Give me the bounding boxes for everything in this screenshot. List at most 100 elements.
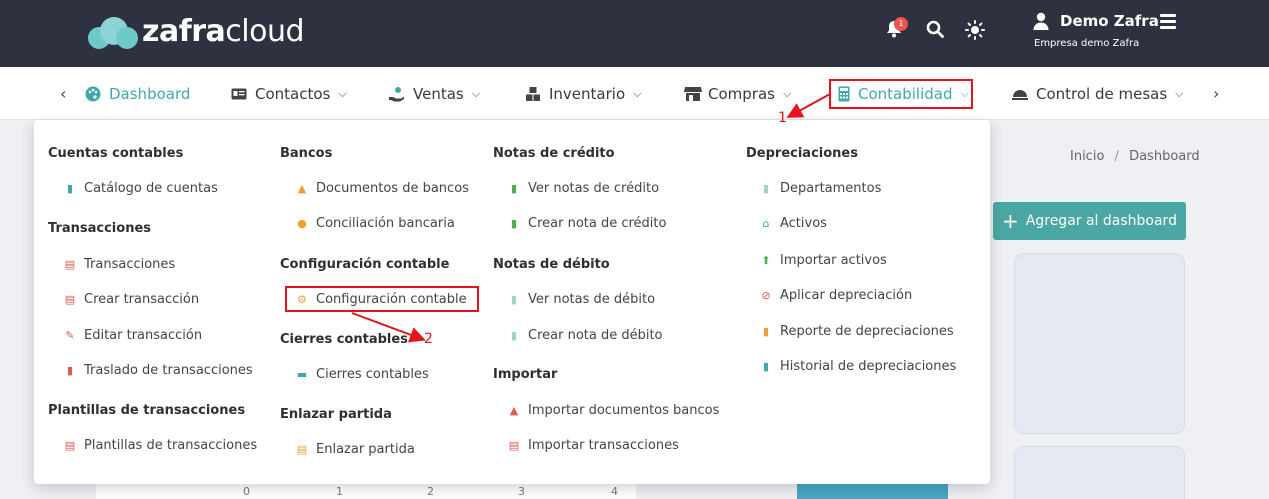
nav-prev-arrow[interactable]: ‹ <box>60 67 66 120</box>
list-icon: ▤ <box>64 439 76 452</box>
menu-link-importar-activos[interactable]: ⬆ Importar activos <box>760 253 886 268</box>
hand-coin-icon <box>389 86 405 102</box>
cloche-icon <box>1012 86 1028 102</box>
book-icon: ▮ <box>66 182 74 195</box>
nav-item-control-de-mesas[interactable]: Control de mesas ⌵ <box>1012 67 1184 120</box>
menu-link-plantillas-de-transacciones[interactable]: ▤ Plantillas de transacciones <box>64 438 257 453</box>
section-enlazar-partida: Enlazar partida <box>280 407 392 422</box>
plus-icon: + <box>1002 209 1019 233</box>
menu-link-documentos-de-bancos[interactable]: ▲ Documentos de bancos <box>296 181 469 196</box>
menu-link-crear-nota-de-credito[interactable]: ▮ Crear nota de crédito <box>508 216 667 231</box>
section-plantillas-de-transacciones: Plantillas de transacciones <box>48 403 246 418</box>
dashboard-card-placeholder <box>1014 446 1185 499</box>
hamburger-menu-icon[interactable] <box>1160 14 1176 29</box>
axis-tick: 4 <box>611 485 618 498</box>
menu-link-departamentos[interactable]: ▮ Departamentos <box>760 181 881 196</box>
nav-item-contactos[interactable]: Contactos ⌵ <box>231 67 347 120</box>
menu-link-aplicar-depreciacion[interactable]: ⊘ Aplicar depreciación <box>760 288 912 303</box>
boxes-icon <box>525 86 541 102</box>
add-to-dashboard-button[interactable]: + Agregar al dashboard <box>993 202 1186 240</box>
bank-icon: ▲ <box>297 182 307 195</box>
menu-link-importar-transacciones[interactable]: ▤ Importar transacciones <box>508 438 679 453</box>
add-to-dashboard-label: Agregar al dashboard <box>1025 213 1177 229</box>
menu-link-editar-transaccion[interactable]: ✎ Editar transacción <box>64 328 202 343</box>
hand-icon: ▬ <box>296 368 308 381</box>
search-icon[interactable] <box>926 20 944 43</box>
menu-link-importar-documentos-bancos[interactable]: ▲ Importar documentos bancos <box>508 403 720 418</box>
user-avatar-icon[interactable] <box>1033 12 1049 34</box>
history-book-icon: ▮ <box>762 360 770 373</box>
axis-tick: 2 <box>427 485 434 498</box>
nav-item-dashboard[interactable]: Dashboard <box>85 67 190 120</box>
chevron-down-icon: ⌵ <box>782 86 792 100</box>
menu-link-cierres-contables[interactable]: ▬ Cierres contables <box>296 367 429 382</box>
house-icon: ⌂ <box>762 217 770 230</box>
notification-badge: 1 <box>894 17 908 31</box>
menu-link-ver-notas-de-debito[interactable]: ▮ Ver notas de débito <box>508 292 655 307</box>
axis-tick: 3 <box>518 485 525 498</box>
menu-link-crear-nota-de-debito[interactable]: ▮ Crear nota de débito <box>508 328 663 343</box>
chevron-down-icon: ⌵ <box>633 86 642 100</box>
menu-link-traslado-de-transacciones[interactable]: ▮ Traslado de transacciones <box>64 363 253 378</box>
chevron-down-icon: ⌵ <box>338 86 347 100</box>
theme-sun-icon[interactable] <box>965 20 985 45</box>
logo-text: zafracloud <box>142 14 305 49</box>
menu-link-enlazar-partida[interactable]: ▤ Enlazar partida <box>296 442 415 457</box>
breadcrumb: Inicio / Dashboard <box>1070 149 1200 164</box>
nav-label: Contactos <box>255 84 331 103</box>
file-dollar-icon: ▮ <box>510 293 518 306</box>
menu-link-transacciones[interactable]: ▤ Transacciones <box>64 257 175 272</box>
section-bancos: Bancos <box>280 146 333 161</box>
list-icon: ▤ <box>64 258 76 271</box>
invoice-dollar-icon: ▮ <box>510 182 518 195</box>
contabilidad-mega-menu: Cuentas contables ▮ Catálogo de cuentas T… <box>34 120 990 484</box>
annotation-highlight-configuracion <box>285 286 479 312</box>
chart-bar <box>797 484 948 499</box>
bank-icon: ▲ <box>509 404 519 417</box>
register-icon: ▤ <box>64 293 76 306</box>
coins-icon: ● <box>297 217 307 230</box>
main-nav: ‹ Dashboard Contactos ⌵ Ventas ⌵ Inventa… <box>0 67 1269 120</box>
breadcrumb-separator: / <box>1114 149 1119 164</box>
id-card-icon <box>231 86 247 102</box>
nav-label: Compras <box>708 84 775 103</box>
register-icon: ▤ <box>508 439 520 452</box>
user-name[interactable]: Demo Zafra <box>1060 12 1159 30</box>
breadcrumb-home[interactable]: Inicio <box>1070 149 1104 164</box>
annotation-highlight-contabilidad <box>829 79 973 109</box>
menu-link-reporte-de-depreciaciones[interactable]: ▮ Reporte de depreciaciones <box>760 324 954 339</box>
top-bar: zafracloud 1 Demo Zafra Empresa demo Zaf… <box>0 0 1269 67</box>
palette-icon <box>85 86 101 102</box>
report-icon: ▮ <box>762 325 770 338</box>
menu-link-ver-notas-de-credito[interactable]: ▮ Ver notas de crédito <box>508 181 659 196</box>
section-importar: Importar <box>493 367 558 382</box>
section-cierres-contables: Cierres contables <box>280 332 408 347</box>
nav-label: Control de mesas <box>1036 84 1168 103</box>
nav-label: Ventas <box>413 84 464 103</box>
nav-item-inventario[interactable]: Inventario ⌵ <box>525 67 641 120</box>
company-name: Empresa demo Zafra <box>1034 38 1140 49</box>
section-notas-de-debito: Notas de débito <box>493 257 610 272</box>
axis-tick: 0 <box>243 485 250 498</box>
menu-link-activos[interactable]: ⌂ Activos <box>760 216 827 231</box>
app-logo[interactable]: zafracloud <box>88 14 305 49</box>
menu-link-crear-transaccion[interactable]: ▤ Crear transacción <box>64 292 199 307</box>
menu-link-catalogo-de-cuentas[interactable]: ▮ Catálogo de cuentas <box>64 181 218 196</box>
stack-icon: ▤ <box>296 443 308 456</box>
chevron-down-icon: ⌵ <box>471 86 481 100</box>
nav-item-ventas[interactable]: Ventas ⌵ <box>389 67 480 120</box>
nav-item-compras[interactable]: Compras ⌵ <box>684 67 791 120</box>
file-dollar-icon: ▮ <box>510 329 518 342</box>
axis-tick: 1 <box>336 485 343 498</box>
menu-link-historial-de-depreciaciones[interactable]: ▮ Historial de depreciaciones <box>760 359 956 374</box>
file-transfer-icon: ▮ <box>66 364 74 377</box>
menu-link-conciliacion-bancaria[interactable]: ● Conciliación bancaria <box>296 216 455 231</box>
invoice-dollar-icon: ▮ <box>510 217 518 230</box>
edit-icon: ✎ <box>65 329 75 342</box>
dashboard-card-placeholder <box>1014 253 1185 434</box>
section-notas-de-credito: Notas de crédito <box>493 146 615 161</box>
section-cuentas-contables: Cuentas contables <box>48 146 184 161</box>
annotation-label-1: 1 <box>778 110 787 126</box>
section-transacciones: Transacciones <box>48 221 151 236</box>
nav-next-arrow[interactable]: › <box>1213 67 1219 120</box>
